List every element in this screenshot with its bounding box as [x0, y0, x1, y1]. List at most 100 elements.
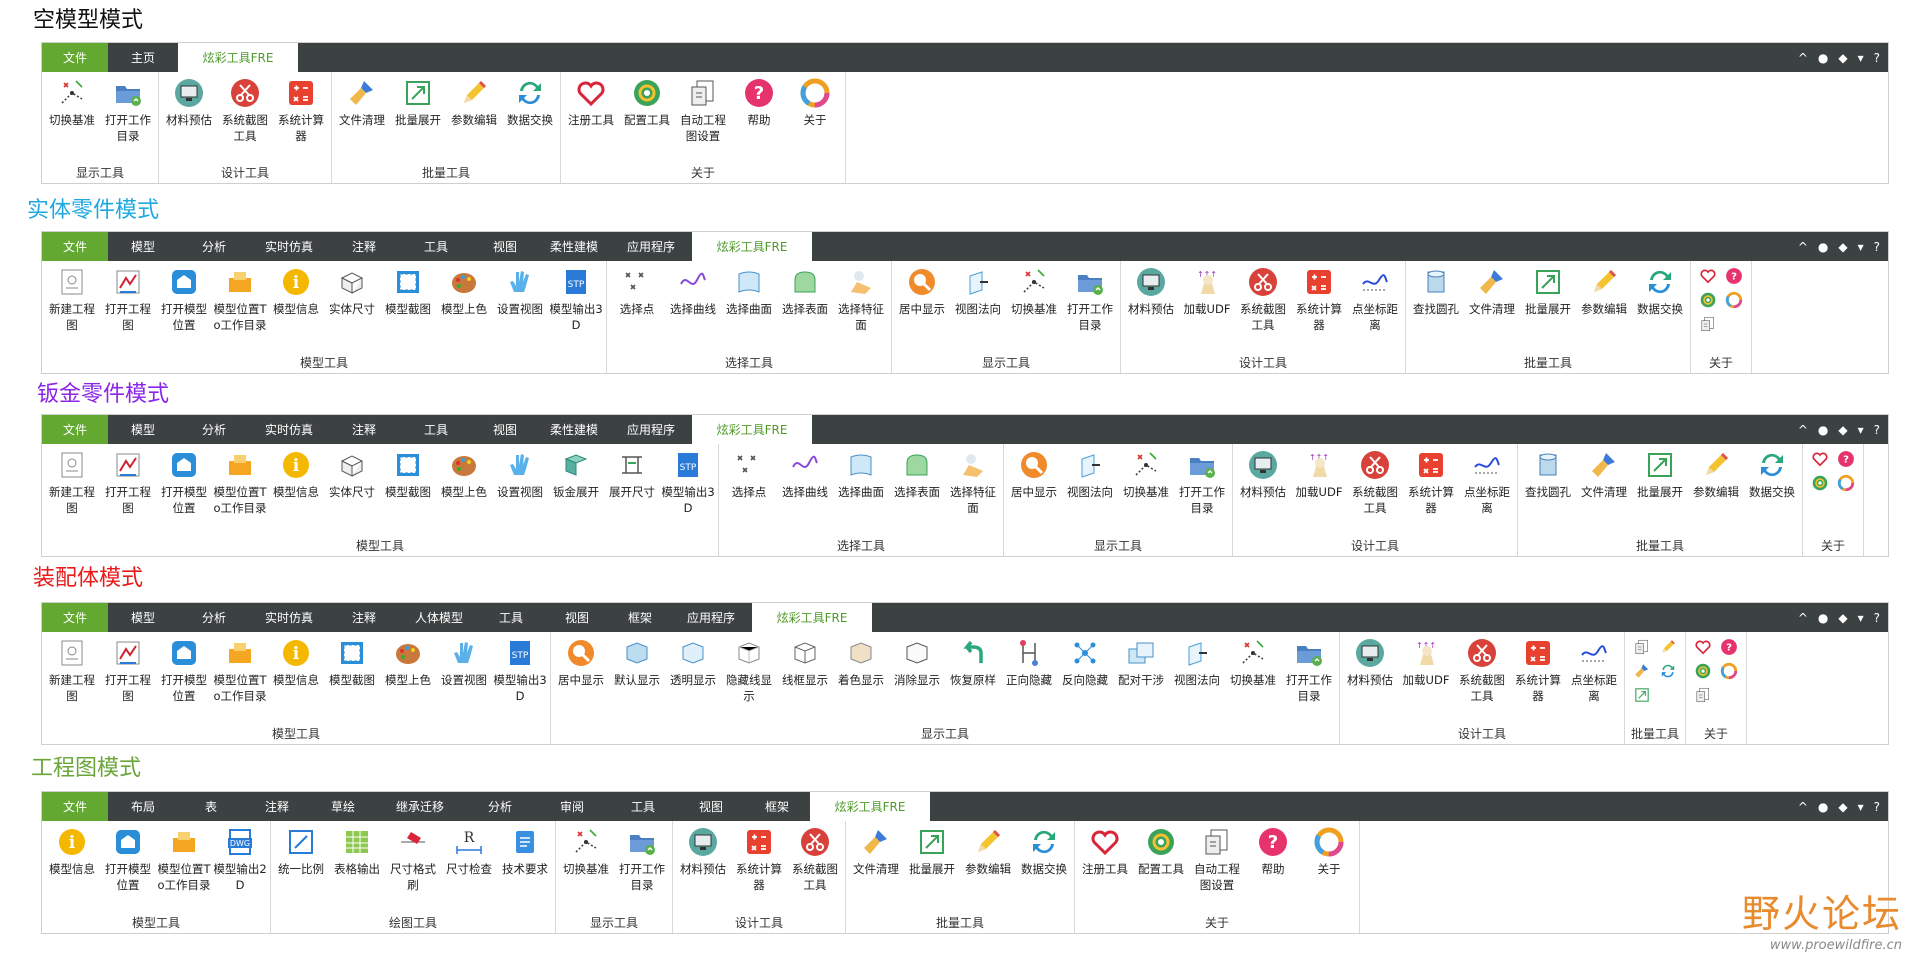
tab-item[interactable]: 实时仿真 [250, 232, 328, 261]
tool-button[interactable]: 自动工程图设置 [1189, 825, 1245, 893]
tool-button[interactable]: 数据交换 [1016, 825, 1072, 877]
tab-item[interactable]: 实时仿真 [250, 603, 328, 632]
help-icon[interactable]: ? [1874, 423, 1880, 437]
heart-icon[interactable] [1809, 448, 1831, 470]
user-icon[interactable]: ● [1818, 423, 1828, 437]
tool-button[interactable]: 材料预估 [1235, 448, 1291, 516]
drawing-icon[interactable] [1692, 684, 1714, 706]
user-icon[interactable]: ● [1818, 51, 1828, 65]
tool-button[interactable]: 模型位置To工作目录 [156, 825, 212, 893]
about-icon[interactable] [1835, 472, 1857, 494]
tab-item[interactable]: 注释 [244, 792, 310, 821]
tool-button[interactable]: 批量展开 [390, 76, 446, 128]
up-icon[interactable]: ^ [1798, 800, 1808, 814]
tool-button[interactable]: 反向隐藏 [1057, 636, 1113, 704]
tab-item[interactable]: 继承迁移 [376, 792, 464, 821]
tool-button[interactable]: 实体尺寸 [324, 448, 380, 516]
tool-button[interactable]: 打开工作目录 [1174, 448, 1230, 516]
heart-icon[interactable] [1697, 265, 1719, 287]
tool-button[interactable]: 查找圆孔 [1520, 448, 1576, 500]
gear-icon[interactable] [1697, 289, 1719, 311]
tab-fre[interactable]: 炫彩工具FRE [752, 603, 872, 632]
tool-button[interactable]: 着色显示 [833, 636, 889, 704]
tool-button[interactable]: 居中显示 [894, 265, 950, 333]
tab-item[interactable]: 视图 [544, 603, 610, 632]
down-icon[interactable]: ▾ [1858, 423, 1864, 437]
gear-icon[interactable] [1692, 660, 1714, 682]
tool-button[interactable]: ↑↑↑ 加载UDF [1291, 448, 1347, 516]
tab-item[interactable]: 框架 [610, 603, 670, 632]
tool-button[interactable]: 系统计算器 [1510, 636, 1566, 704]
tool-button[interactable]: 切换基准 [1225, 636, 1281, 704]
tool-button[interactable]: 选择特征面 [833, 265, 889, 333]
tool-button[interactable]: 数据交换 [1632, 265, 1688, 317]
tool-button[interactable]: 系统计算器 [1403, 448, 1459, 516]
tab-file[interactable]: 文件 [42, 43, 108, 72]
tool-button[interactable]: 模型截图 [380, 448, 436, 516]
tab-item[interactable]: 柔性建模 [538, 232, 610, 261]
tool-button[interactable]: 居中显示 [1006, 448, 1062, 516]
tab-item[interactable]: 模型 [108, 603, 178, 632]
tool-button[interactable]: 打开模型位置 [100, 825, 156, 893]
tab-item[interactable]: 分析 [464, 792, 536, 821]
tool-button[interactable]: 打开工程图 [100, 265, 156, 333]
cap-icon[interactable]: ◆ [1838, 611, 1847, 625]
tool-button[interactable]: 打开工程图 [100, 636, 156, 704]
help-icon[interactable]: ? [1874, 611, 1880, 625]
tool-button[interactable]: 新建工程图 [44, 265, 100, 333]
drawing-icon[interactable] [1631, 636, 1653, 658]
tool-button[interactable]: 线框显示 [777, 636, 833, 704]
tool-button[interactable]: 打开工作目录 [1281, 636, 1337, 704]
tab-item[interactable]: 分析 [178, 232, 250, 261]
tool-button[interactable]: i 模型信息 [268, 265, 324, 333]
user-icon[interactable]: ● [1818, 800, 1828, 814]
tool-button[interactable]: 消除显示 [889, 636, 945, 704]
tool-button[interactable]: 打开模型位置 [156, 636, 212, 704]
tool-button[interactable]: 材料预估 [1342, 636, 1398, 704]
tab-item[interactable]: 审阅 [536, 792, 608, 821]
tool-button[interactable]: 模型位置To工作目录 [212, 265, 268, 333]
tab-item[interactable]: 表 [178, 792, 244, 821]
tool-button[interactable]: STP 模型输出3D [492, 636, 548, 704]
tool-button[interactable]: 点坐标距离 [1566, 636, 1622, 704]
down-icon[interactable]: ▾ [1858, 240, 1864, 254]
tool-button[interactable]: 切换基准 [558, 825, 614, 893]
tool-button[interactable]: 打开模型位置 [156, 448, 212, 516]
tab-item[interactable]: 视图 [472, 232, 538, 261]
tab-item[interactable]: 分析 [178, 603, 250, 632]
tool-button[interactable]: 材料预估 [161, 76, 217, 144]
tool-button[interactable]: 展开尺寸 [604, 448, 660, 516]
tool-button[interactable]: i 模型信息 [268, 448, 324, 516]
tool-button[interactable]: 打开工作目录 [614, 825, 670, 893]
tool-button[interactable]: 点坐标距离 [1459, 448, 1515, 516]
user-icon[interactable]: ● [1818, 611, 1828, 625]
tab-item[interactable]: 工具 [478, 603, 544, 632]
tool-button[interactable]: 表格输出 [329, 825, 385, 893]
tool-button[interactable]: 批量展开 [1520, 265, 1576, 317]
tool-button[interactable]: 选择特征面 [945, 448, 1001, 516]
tool-button[interactable]: ? 帮助 [1245, 825, 1301, 893]
tool-button[interactable]: 参数编辑 [1688, 448, 1744, 500]
tool-button[interactable]: 系统截图工具 [217, 76, 273, 144]
tab-item[interactable]: 应用程序 [610, 415, 692, 444]
tool-button[interactable]: 系统截图工具 [1235, 265, 1291, 333]
tool-button[interactable]: 配置工具 [619, 76, 675, 144]
tool-button[interactable]: i 模型信息 [268, 636, 324, 704]
tool-button[interactable]: 参数编辑 [1576, 265, 1632, 317]
drawing-icon[interactable] [1697, 313, 1719, 335]
tool-button[interactable]: 模型上色 [380, 636, 436, 704]
tab-fre[interactable]: 炫彩工具FRE [692, 232, 812, 261]
tool-button[interactable]: 打开工程图 [100, 448, 156, 516]
tool-button[interactable]: 打开工作目录 [100, 76, 156, 144]
tab-item[interactable]: 工具 [608, 792, 678, 821]
exchange-icon[interactable] [1657, 660, 1679, 682]
tab-item[interactable]: 视图 [472, 415, 538, 444]
tool-button[interactable]: 切换基准 [1118, 448, 1174, 516]
tool-button[interactable]: i 模型信息 [44, 825, 100, 893]
tool-button[interactable]: 关于 [1301, 825, 1357, 893]
tool-button[interactable]: 文件清理 [334, 76, 390, 128]
tab-item[interactable]: 柔性建模 [538, 415, 610, 444]
cap-icon[interactable]: ◆ [1838, 800, 1847, 814]
tool-button[interactable]: 视图法向 [1062, 448, 1118, 516]
tool-button[interactable]: 钣金展开 [548, 448, 604, 516]
